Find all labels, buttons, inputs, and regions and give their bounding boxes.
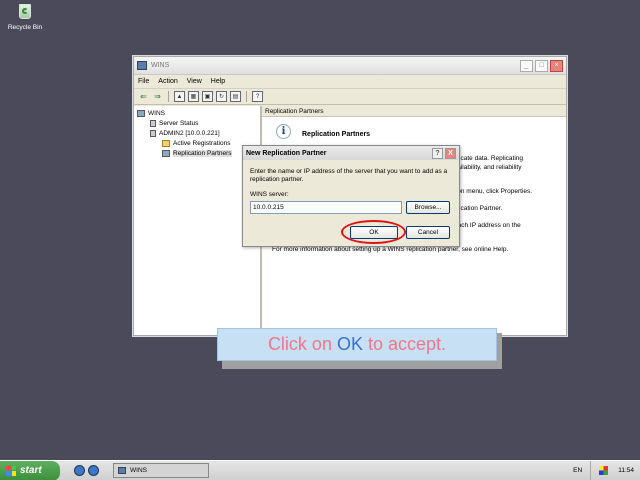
tree-item-label: WINS (148, 109, 165, 117)
dialog-instruction: Enter the name or IP address of the serv… (250, 168, 448, 183)
dialog-help-button[interactable]: ? (432, 147, 443, 159)
internet-explorer-icon[interactable] (88, 465, 99, 476)
windows-logo-icon (6, 465, 16, 476)
tutorial-caption: Click on OK to accept. (217, 328, 497, 361)
details-header: Replication Partners (262, 106, 566, 117)
maximize-button[interactable]: □ (535, 59, 548, 72)
show-hide-tree-icon[interactable]: ▦ (188, 91, 199, 102)
info-icon: i (276, 124, 291, 139)
tree-item-admin2[interactable]: ADMIN2 [10.0.0.221] (134, 128, 260, 138)
ok-button[interactable]: OK (350, 226, 398, 239)
system-tray: 11:54 (590, 460, 640, 480)
start-label: start (20, 465, 42, 476)
caption-suffix: to accept. (362, 334, 447, 354)
cancel-button[interactable]: Cancel (406, 226, 450, 239)
description-line: tion menu, click Properties. (454, 188, 533, 195)
forward-arrow-icon[interactable]: ⇒ (152, 91, 163, 102)
recycle-bin-label: Recycle Bin (7, 24, 43, 31)
description-line: plicate data. Replicating (454, 155, 524, 162)
minimize-button[interactable]: _ (520, 59, 533, 72)
title-bar[interactable]: WINS _ □ × (134, 57, 566, 75)
up-folder-icon[interactable]: ▲ (174, 91, 185, 102)
tray-icon[interactable] (599, 466, 609, 475)
toolbar-separator (246, 91, 247, 102)
tree-item-wins[interactable]: WINS (134, 108, 260, 118)
server-status-icon (150, 119, 156, 127)
properties-icon[interactable]: ▣ (202, 91, 213, 102)
new-replication-partner-dialog: New Replication Partner ? X Enter the na… (242, 145, 460, 247)
tree-item-label: ADMIN2 [10.0.0.221] (159, 129, 220, 137)
help-icon[interactable]: ? (252, 91, 263, 102)
menu-file[interactable]: File (138, 78, 149, 85)
wins-app-icon (118, 467, 126, 474)
wins-app-icon (137, 61, 147, 70)
quick-launch-icon[interactable] (74, 465, 85, 476)
refresh-icon[interactable]: ↻ (216, 91, 227, 102)
info-title: Replication Partners (302, 131, 371, 138)
start-button[interactable]: start (0, 460, 60, 480)
caption-keyword: OK (336, 334, 363, 354)
menu-bar: File Action View Help (134, 75, 566, 89)
replication-partners-icon (162, 149, 170, 157)
close-button[interactable]: × (550, 59, 563, 72)
quick-launch (74, 465, 99, 476)
dialog-title: New Replication Partner (246, 149, 327, 157)
dialog-close-button[interactable]: X (445, 147, 456, 159)
server-icon (150, 129, 156, 137)
wins-server-input[interactable] (250, 201, 402, 214)
clock: 11:54 (618, 467, 634, 474)
description-line: plication Partner. (454, 205, 503, 212)
menu-view[interactable]: View (187, 78, 202, 85)
wins-server-label: WINS server: (250, 191, 289, 198)
description-line: each IP address on the (454, 222, 521, 229)
menu-help[interactable]: Help (211, 78, 225, 85)
window-title: WINS (151, 62, 170, 69)
recycle-bin-image (17, 2, 33, 20)
dialog-title-bar[interactable]: New Replication Partner ? X (243, 146, 459, 160)
export-list-icon[interactable]: ▤ (230, 91, 241, 102)
wins-node-icon (137, 109, 145, 117)
folder-icon (162, 139, 170, 147)
help-note: For more information about setting up a … (272, 246, 509, 253)
taskbar-wins-label: WINS (130, 467, 147, 474)
toolbar-separator (168, 91, 169, 102)
language-indicator[interactable]: EN (573, 467, 582, 474)
back-arrow-icon[interactable]: ⇐ (138, 91, 149, 102)
tree-item-label: Active Registrations (173, 139, 231, 147)
caption-prefix: Click on (267, 334, 337, 354)
toolbar: ⇐ ⇒ ▲ ▦ ▣ ↻ ▤ ? (134, 89, 566, 105)
taskbar: start WINS EN 11:54 (0, 460, 640, 480)
tree-item-label: Replication Partners (173, 149, 232, 157)
taskbar-wins-button[interactable]: WINS (113, 463, 209, 478)
description-line: vailability, and reliability (454, 164, 522, 171)
recycle-bin-icon[interactable]: Recycle Bin (6, 2, 44, 31)
tree-item-label: Server Status (159, 119, 199, 127)
browse-button[interactable]: Browse... (406, 201, 450, 214)
tree-item-server-status[interactable]: Server Status (134, 118, 260, 128)
menu-action[interactable]: Action (158, 78, 177, 85)
